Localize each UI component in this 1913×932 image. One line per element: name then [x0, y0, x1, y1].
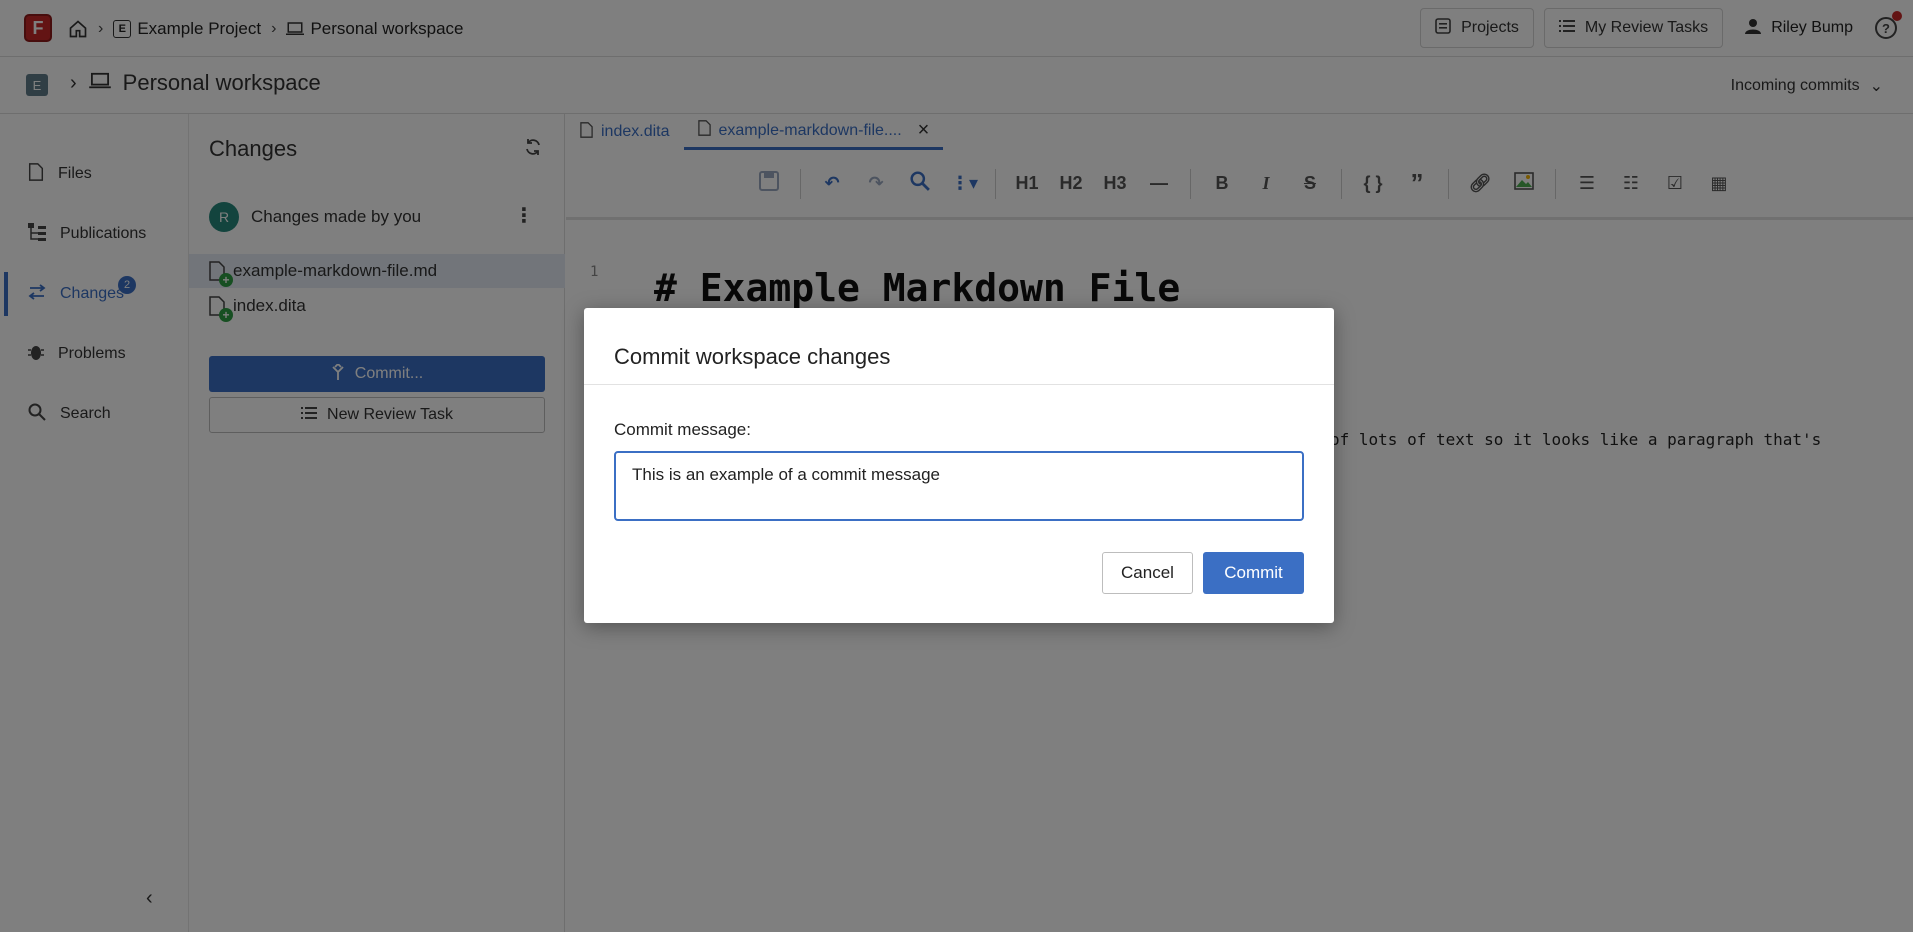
dialog-divider [584, 384, 1334, 385]
commit-dialog: Commit workspace changes Commit message:… [584, 308, 1334, 623]
commit-confirm-button[interactable]: Commit [1203, 552, 1304, 594]
commit-message-input[interactable]: This is an example of a commit message [614, 451, 1304, 521]
commit-message-label: Commit message: [614, 420, 751, 439]
dialog-title: Commit workspace changes [614, 344, 891, 369]
cancel-button[interactable]: Cancel [1102, 552, 1193, 594]
